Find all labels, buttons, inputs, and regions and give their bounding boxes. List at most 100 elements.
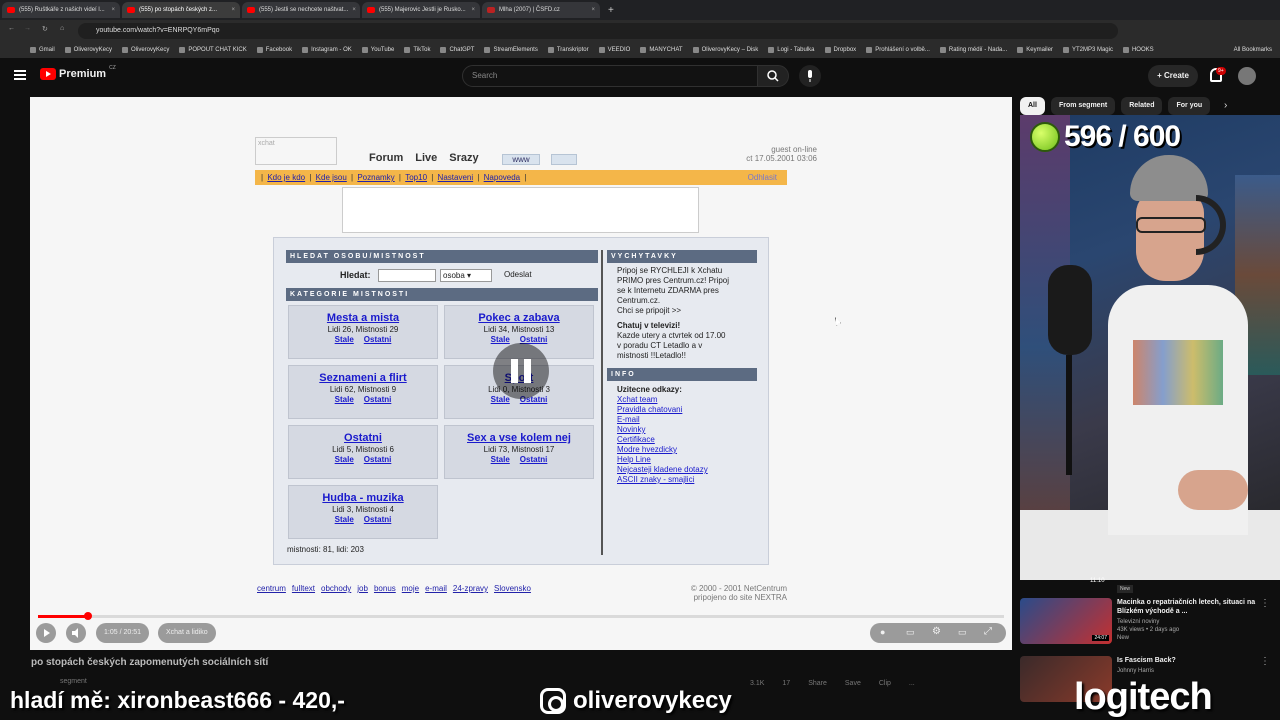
video-thumbnail[interactable]: 24:07	[1020, 598, 1112, 644]
player-controls: 1:05 / 20:51 Xchat a lidiko ● ▭ ⚙ ▭ ⤢	[36, 623, 1006, 645]
bookmark-item[interactable]: Instagram - OK	[302, 47, 352, 53]
new-tab-button[interactable]: +	[608, 5, 614, 16]
close-tab-icon[interactable]: ×	[111, 7, 115, 13]
vychytavky-text: Pripoj se RYCHLEJI k Xchatu PRIMO pres C…	[617, 266, 730, 360]
browser-tab[interactable]: (555) Jestli se nechcete naštvat... ×	[242, 2, 360, 18]
close-tab-icon[interactable]: ×	[471, 7, 475, 13]
bookmark-item[interactable]: YT2MP3 Magic	[1062, 47, 1113, 53]
xchat-menu: | Kdo je kdo | Kde jsou | Poznamky | Top…	[255, 170, 787, 185]
chip-related[interactable]: Related	[1121, 97, 1163, 115]
bookmark-item[interactable]: Logi - Tabulka	[768, 47, 815, 53]
account-avatar[interactable]	[1238, 67, 1256, 85]
autoplay-icon[interactable]: ●	[880, 627, 885, 637]
bookmark-item[interactable]: OliverovyKecy – Disk	[692, 47, 758, 53]
send-link: Odeslat	[504, 270, 532, 279]
browser-tab[interactable]: Mlha (2007) | ČSFD.cz ×	[482, 2, 600, 18]
more-vert-icon[interactable]: ⋮	[1260, 656, 1270, 667]
bookmark-icon	[30, 47, 36, 53]
bookmark-item[interactable]: ChatGPT	[440, 47, 474, 53]
bookmark-item[interactable]: OliverovyKecy	[122, 47, 169, 53]
chip-from-segment[interactable]: From segment	[1050, 97, 1116, 115]
recommendation-item[interactable]: 24:07 Macinka o repatriačních letech, si…	[1020, 598, 1270, 646]
address-bar[interactable]: youtube.com/watch?v=ENRPQY6mPqo	[78, 23, 1118, 39]
close-tab-icon[interactable]: ×	[231, 7, 235, 13]
menu-icon[interactable]	[14, 70, 26, 80]
forward-icon[interactable]: →	[24, 25, 31, 32]
category-card: Mesta a mista Lidi 26, Mistnosti 29 Stale O…	[288, 305, 438, 359]
xchat-logo: xchat	[255, 137, 337, 165]
voice-search-button[interactable]	[799, 65, 821, 87]
browser-tab[interactable]: (555) Majerovic Jestli je Rusko... ×	[362, 2, 480, 18]
nav-live: Live	[415, 152, 438, 164]
settings-gear-icon[interactable]: ⚙	[932, 626, 941, 637]
youtube-favicon-icon	[367, 7, 375, 13]
pause-overlay-icon[interactable]	[493, 343, 549, 399]
player-right-controls[interactable]: ● ▭ ⚙ ▭ ⤢	[870, 623, 1006, 643]
bookmark-icon	[824, 47, 831, 53]
menu-nastaveni: Nastaveni	[437, 173, 474, 182]
bookmark-item[interactable]: HOOKS	[1122, 47, 1154, 53]
bookmark-item[interactable]: Keymailer	[1017, 47, 1053, 53]
menu-kdo-je-kdo: Kdo je kdo	[267, 173, 306, 182]
recommendation-title[interactable]: Macinka o repatriačních letech, situaci …	[1117, 598, 1257, 616]
bookmark-icon	[768, 47, 775, 53]
bookmark-item[interactable]: OliverovyKecy	[64, 47, 112, 53]
search-icon	[767, 70, 779, 82]
youtube-logo[interactable]: Premium CZ	[40, 65, 116, 80]
recommendation-title[interactable]: Is Fascism Back?	[1117, 656, 1257, 665]
bookmark-icon	[1122, 47, 1129, 53]
all-bookmarks[interactable]: All Bookmarks	[1234, 47, 1272, 53]
more-vert-icon[interactable]: ⋮	[1260, 598, 1270, 609]
menu-kde-jsou: Kde jsou	[315, 173, 347, 182]
bookmark-icon	[179, 47, 186, 53]
xchat-main-panel: HLEDAT OSOBU/MISTNOST Hledat: osoba ▾ Od…	[273, 237, 769, 565]
bookmark-icon	[361, 47, 368, 53]
donation-text: hladí mě: xironbeast666 - 420,-	[10, 687, 345, 713]
bookmark-item[interactable]: MANYCHAT	[640, 47, 683, 53]
bookmark-icon	[404, 47, 411, 53]
search-button[interactable]	[757, 65, 789, 87]
bookmark-item[interactable]: TikTok	[404, 47, 430, 53]
instagram-icon	[540, 688, 566, 714]
browser-tab-active[interactable]: (555) po stopách českých z... ×	[122, 2, 240, 18]
fullscreen-icon[interactable]: ⤢	[984, 626, 992, 637]
bookmark-item[interactable]: POPOUT CHAT KICK	[179, 47, 247, 53]
video-player[interactable]: xchat Forum Live Srazy www guest on-line…	[30, 97, 1012, 650]
create-button[interactable]: + Create	[1148, 65, 1198, 87]
home-icon[interactable]: ⌂	[60, 25, 64, 32]
guest-status: guest on-line ct 17.05.2001 03:06	[746, 145, 817, 163]
bookmark-item[interactable]: Gmail	[30, 47, 55, 53]
instagram-handle: oliverovykecy	[573, 687, 732, 714]
progress-bar[interactable]	[38, 612, 1004, 620]
chevron-right-icon[interactable]: ›	[1224, 100, 1227, 111]
volume-button[interactable]	[66, 623, 86, 643]
bookmark-item[interactable]: Prohlášení o volbě...	[866, 47, 930, 53]
bookmark-item[interactable]: VEEDIO	[598, 47, 630, 53]
close-tab-icon[interactable]: ×	[352, 7, 356, 13]
bookmark-item[interactable]: StreamElements	[484, 47, 538, 53]
bookmark-icon	[866, 47, 873, 53]
reload-icon[interactable]: ↻	[42, 25, 48, 33]
bookmark-item[interactable]: YouTube	[361, 47, 394, 53]
chip-for-you[interactable]: For you	[1168, 97, 1211, 115]
bookmark-item[interactable]: Rating médií - Nada...	[939, 47, 1007, 53]
video-title: po stopách českých zapomenutých sociální…	[31, 657, 269, 668]
bookmark-item[interactable]: Transkriptor	[547, 47, 589, 53]
back-icon[interactable]: ←	[8, 25, 15, 32]
search-input[interactable]: Search	[462, 65, 758, 87]
xchat-search-select: osoba ▾	[440, 269, 492, 282]
progress-fill	[38, 615, 89, 618]
play-button[interactable]	[36, 623, 56, 643]
theater-icon[interactable]: ▭	[958, 627, 967, 638]
progress-scrubber[interactable]	[84, 612, 93, 620]
close-tab-icon[interactable]: ×	[591, 7, 595, 13]
browser-tab[interactable]: (555) Ruštkáře z našich videí l... ×	[2, 2, 120, 18]
mic-stand	[1066, 355, 1072, 475]
bookmark-item[interactable]: Facebook	[256, 47, 292, 53]
subtitles-icon[interactable]: ▭	[906, 627, 915, 638]
bookmark-item[interactable]: Dropbox	[824, 47, 856, 53]
chapter-title[interactable]: Xchat a lidiko	[158, 623, 216, 643]
bookmark-icon	[256, 47, 263, 53]
chip-all[interactable]: All	[1020, 97, 1045, 115]
xchat-search-input	[378, 269, 436, 282]
